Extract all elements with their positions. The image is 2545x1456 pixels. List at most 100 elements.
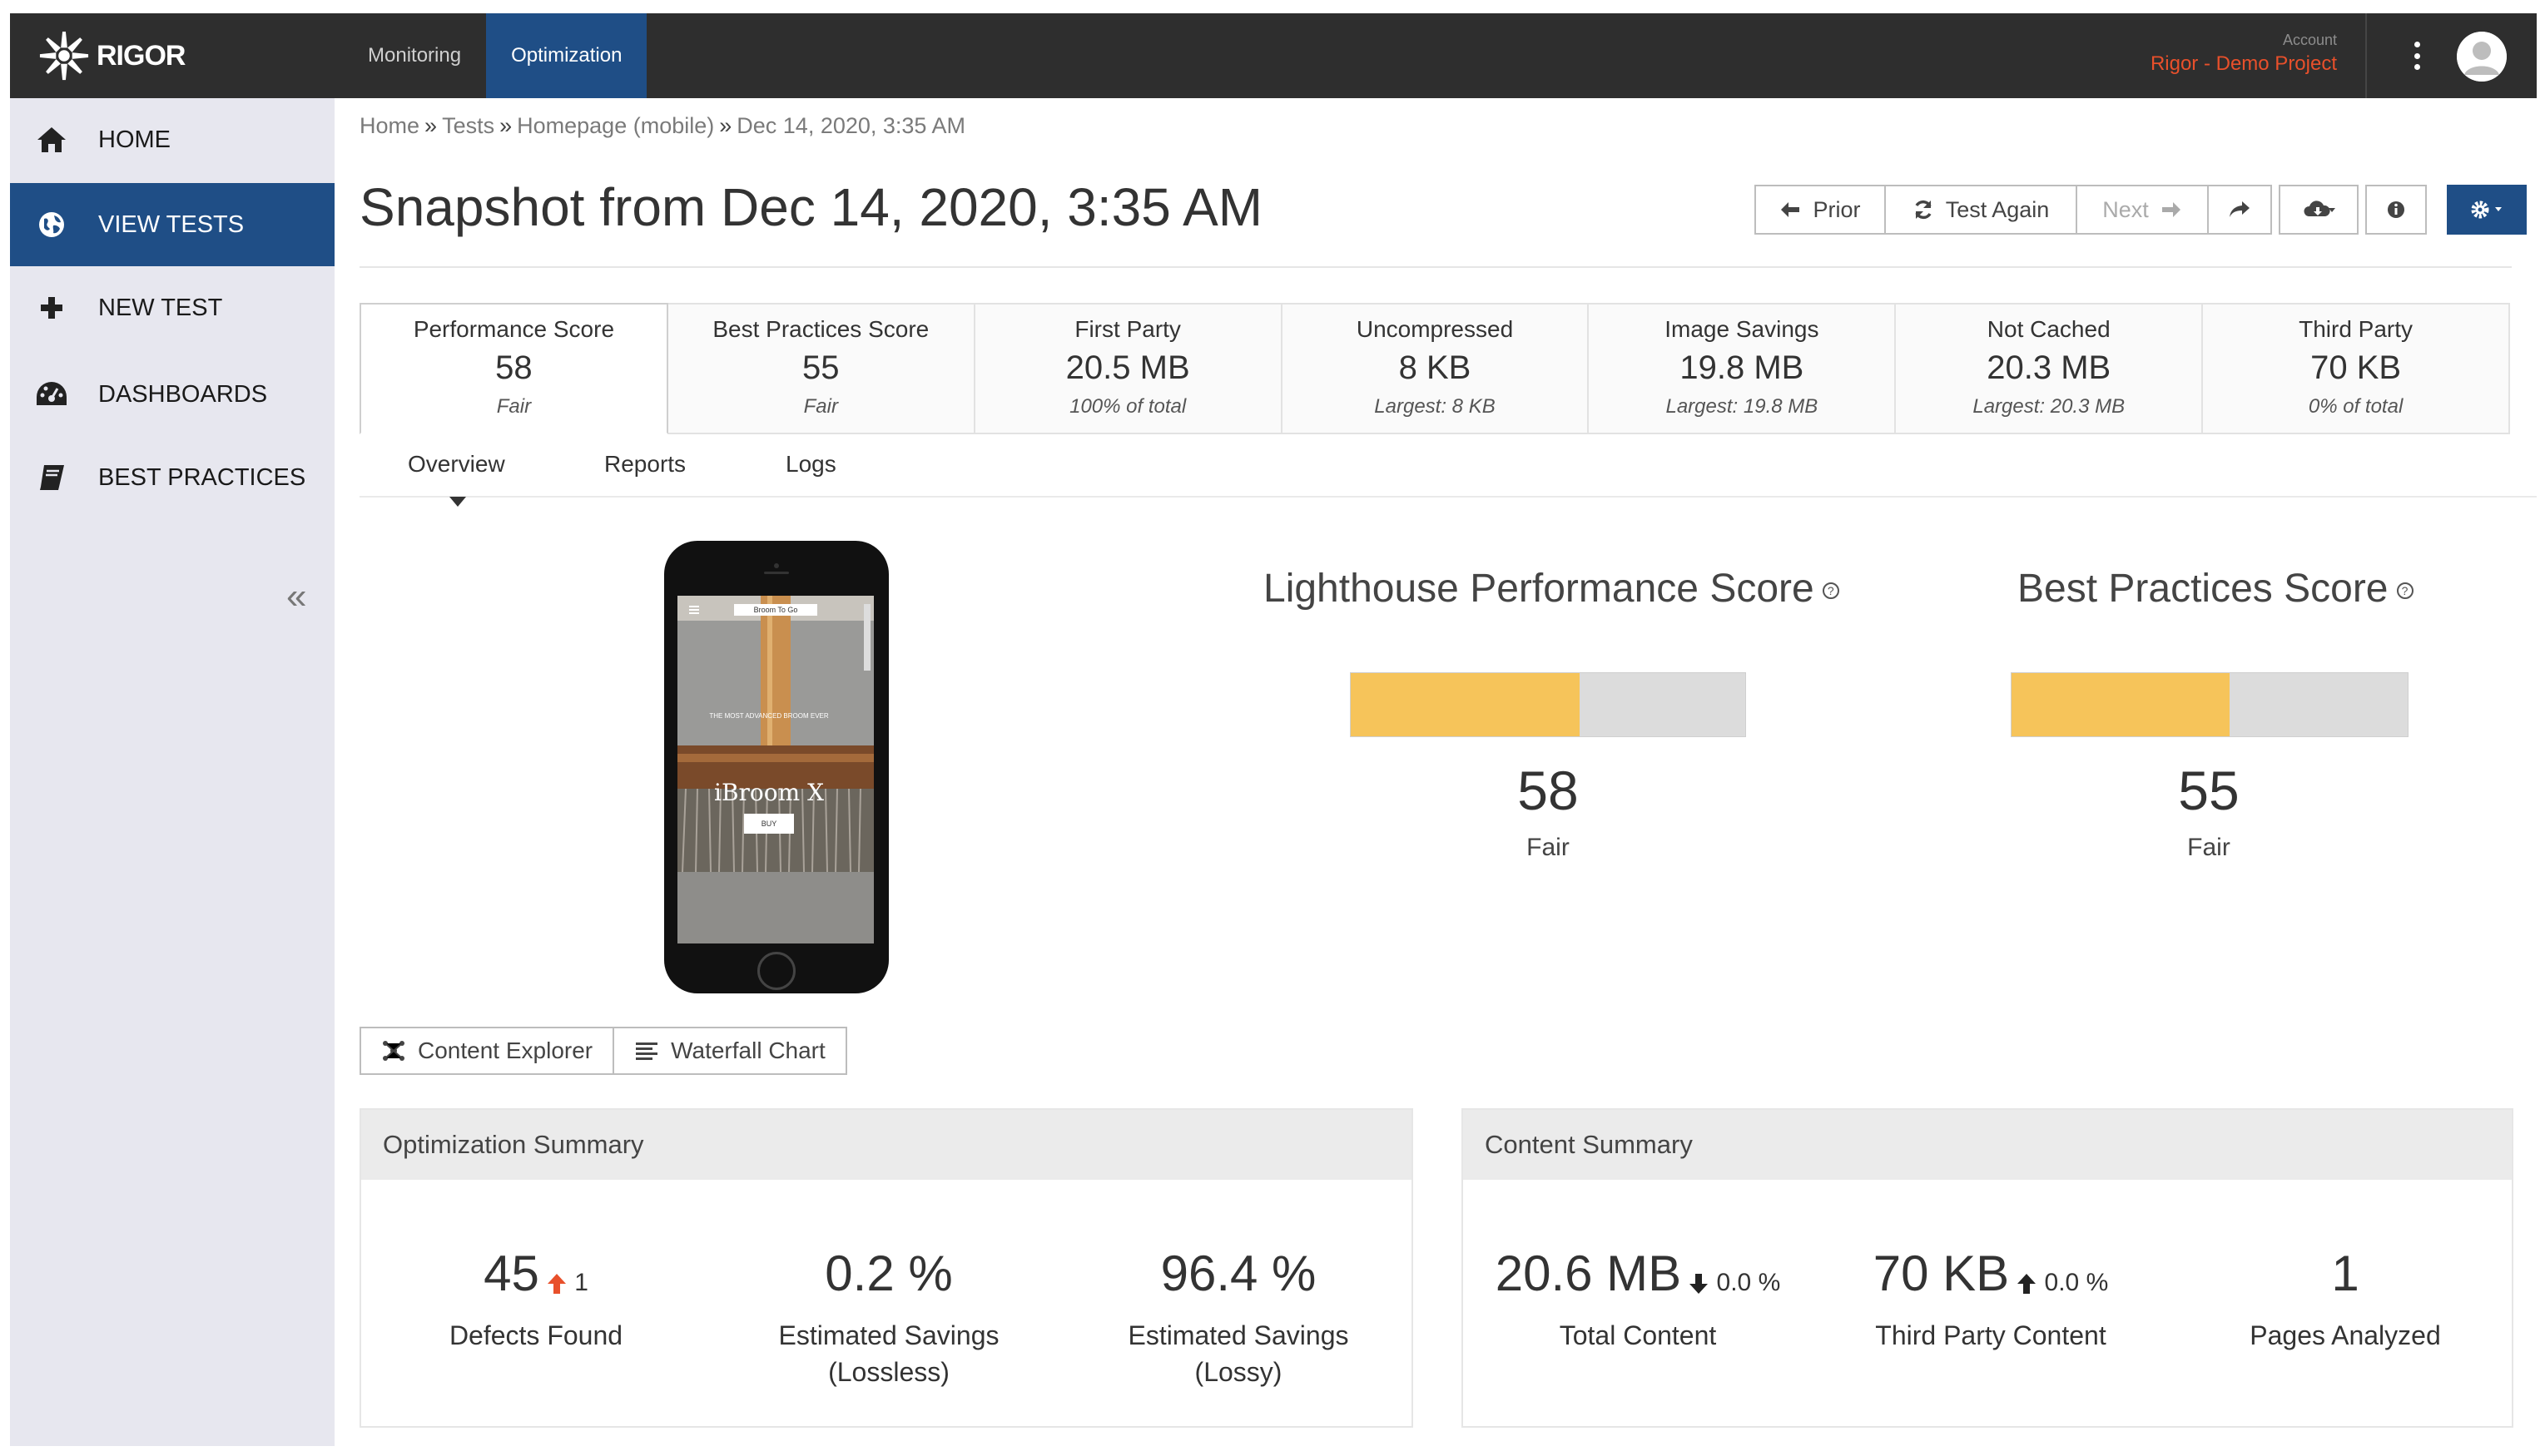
- arrow-down-icon: [1689, 1274, 1709, 1295]
- metric-label: Image Savings: [1664, 316, 1819, 342]
- arrow-up-icon: [2017, 1274, 2036, 1295]
- sidebar-item-home[interactable]: HOME: [10, 98, 335, 181]
- sidebar: HOME VIEW TESTS NEW TEST DASHBOARDS BEST…: [10, 98, 335, 1446]
- cloud-download-icon: [2304, 201, 2335, 216]
- top-divider: [2365, 13, 2367, 98]
- best-practices-score-title: Best Practices Score?: [2017, 566, 2414, 612]
- lighthouse-score-rating: Fair: [1526, 834, 1570, 861]
- total-content-value: 20.6 MB: [1495, 1246, 1682, 1301]
- download-menu-button[interactable]: [2279, 185, 2359, 235]
- breadcrumb-test-name[interactable]: Homepage (mobile): [517, 113, 714, 138]
- metric-sub: Fair: [803, 395, 838, 418]
- metric-tab-first-party[interactable]: First Party 20.5 MB 100% of total: [975, 303, 1282, 434]
- optimization-summary-title: Optimization Summary: [361, 1110, 1411, 1180]
- content-summary-title: Content Summary: [1463, 1110, 2512, 1180]
- metric-value: 58: [495, 349, 533, 386]
- metric-tab-third-party[interactable]: Third Party 70 KB 0% of total: [2203, 303, 2511, 434]
- metric-tab-uncompressed[interactable]: Uncompressed 8 KB Largest: 8 KB: [1282, 303, 1590, 434]
- metric-tab-not-cached[interactable]: Not Cached 20.3 MB Largest: 20.3 MB: [1896, 303, 2204, 434]
- phone-headline: THE MOST ADVANCED BROOM EVER: [709, 712, 829, 720]
- home-icon: [33, 123, 70, 156]
- tab-overview[interactable]: Overview: [408, 451, 505, 478]
- total-content-delta: 0.0 %: [1716, 1269, 1781, 1296]
- lighthouse-score-title-text: Lighthouse Performance Score: [1263, 567, 1814, 611]
- lossless-savings-value: 0.2 %: [825, 1246, 953, 1301]
- sidebar-item-new-test[interactable]: NEW TEST: [10, 266, 335, 349]
- metric-label: Not Cached: [1987, 316, 2111, 342]
- mobile-screenshot[interactable]: Broom To Go THE MOST ADVANCED BROOM EVER…: [664, 541, 889, 993]
- metric-tab-image-savings[interactable]: Image Savings 19.8 MB Largest: 19.8 MB: [1589, 303, 1897, 434]
- lossless-savings-stat: 0.2 % Estimated Savings (Lossless): [747, 1245, 1030, 1390]
- more-menu-icon[interactable]: [2414, 42, 2420, 70]
- info-button[interactable]: [2365, 185, 2427, 235]
- next-button[interactable]: Next: [2077, 185, 2209, 235]
- user-avatar[interactable]: [2457, 32, 2507, 82]
- top-nav: Monitoring Optimization: [343, 13, 647, 98]
- refresh-icon: [1915, 200, 1932, 220]
- share-arrow-icon: [2230, 201, 2250, 217]
- third-party-content-label: Third Party Content: [1875, 1320, 2106, 1350]
- metric-label: Third Party: [2299, 316, 2414, 342]
- help-icon[interactable]: ?: [1822, 582, 1839, 600]
- metric-value: 70 KB: [2310, 349, 2402, 386]
- total-content-label: Total Content: [1559, 1320, 1717, 1350]
- breadcrumb-tests[interactable]: Tests: [442, 113, 494, 138]
- sidebar-item-view-tests[interactable]: VIEW TESTS: [10, 183, 335, 266]
- best-practices-score-value: 55: [2178, 760, 2240, 821]
- metric-tab-best-practices-score[interactable]: Best Practices Score 55 Fair: [667, 303, 975, 434]
- best-practices-score-rating: Fair: [2187, 834, 2230, 861]
- phone-product-name: iBroom X: [713, 779, 824, 806]
- prior-button[interactable]: Prior: [1754, 185, 1886, 235]
- metric-label: Performance Score: [413, 316, 615, 342]
- sidebar-item-label: NEW TEST: [98, 294, 223, 321]
- sidebar-item-dashboards[interactable]: DASHBOARDS: [10, 353, 335, 436]
- account-switcher[interactable]: Account Rigor - Demo Project: [2151, 32, 2337, 76]
- lossy-label-line2: (Lossy): [1194, 1357, 1282, 1387]
- metric-label: Uncompressed: [1356, 316, 1514, 342]
- metric-tab-performance-score[interactable]: Performance Score 58 Fair: [360, 303, 668, 434]
- waterfall-chart-button[interactable]: Waterfall Chart: [614, 1027, 847, 1075]
- dashboard-gauge-icon: [33, 378, 70, 411]
- snapshot-nav-group: Prior Test Again Next: [1754, 185, 2209, 235]
- lossy-savings-stat: 96.4 % Estimated Savings (Lossy): [1097, 1245, 1380, 1390]
- snapshot-actions-group: [2207, 185, 2527, 235]
- breadcrumb: Home» Tests» Homepage (mobile)» Dec 14, 202…: [360, 113, 965, 139]
- test-again-label: Test Again: [1945, 196, 2050, 222]
- top-bar: RIGOR Monitoring Optimization Account Ri…: [10, 13, 2537, 98]
- prior-label: Prior: [1813, 196, 1861, 222]
- info-icon: [2388, 201, 2404, 218]
- network-nodes-icon: [383, 1041, 404, 1061]
- sidebar-item-label: HOME: [98, 126, 171, 153]
- metric-value: 19.8 MB: [1679, 349, 1804, 386]
- title-divider: [360, 266, 2512, 268]
- defects-found-value: 45: [484, 1246, 539, 1301]
- lossless-label-line2: (Lossless): [828, 1357, 950, 1387]
- test-again-button[interactable]: Test Again: [1886, 185, 2077, 235]
- collapse-sidebar-icon[interactable]: «: [286, 576, 306, 617]
- share-button[interactable]: [2207, 185, 2272, 235]
- total-content-stat: 20.6 MB 0.0 % Total Content: [1480, 1245, 1796, 1354]
- tab-reports[interactable]: Reports: [604, 451, 686, 478]
- book-icon: [33, 461, 70, 494]
- tab-optimization[interactable]: Optimization: [486, 13, 647, 98]
- account-label: Account: [2282, 32, 2337, 48]
- pages-analyzed-value: 1: [2331, 1246, 2359, 1301]
- sidebar-item-best-practices[interactable]: BEST PRACTICES: [10, 436, 335, 519]
- phone-screen: Broom To Go THE MOST ADVANCED BROOM EVER…: [677, 596, 874, 943]
- best-practices-score-bar: [2011, 672, 2409, 737]
- next-label: Next: [2102, 196, 2149, 222]
- content-explorer-button[interactable]: Content Explorer: [360, 1027, 615, 1075]
- breadcrumb-home[interactable]: Home: [360, 113, 419, 138]
- help-icon[interactable]: ?: [2396, 582, 2414, 600]
- content-explorer-label: Content Explorer: [418, 1038, 593, 1063]
- settings-menu-button[interactable]: [2447, 185, 2527, 235]
- tab-logs[interactable]: Logs: [786, 451, 836, 478]
- broom-product-image: [677, 596, 874, 943]
- sidebar-item-label: VIEW TESTS: [98, 210, 245, 238]
- tab-monitoring[interactable]: Monitoring: [343, 13, 486, 98]
- phone-buy-button: BUY: [761, 820, 777, 828]
- pages-analyzed-stat: 1 Pages Analyzed: [2212, 1245, 2478, 1354]
- lighthouse-score-title: Lighthouse Performance Score?: [1263, 566, 1839, 612]
- third-party-content-stat: 70 KB 0.0 % Third Party Content: [1849, 1245, 2132, 1354]
- brand-logo[interactable]: RIGOR: [38, 28, 186, 83]
